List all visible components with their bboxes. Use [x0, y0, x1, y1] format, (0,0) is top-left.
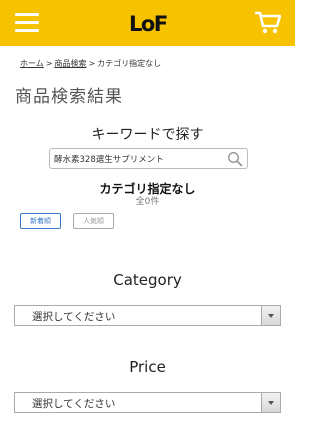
category-select[interactable]: 選択してください [14, 305, 281, 326]
category-heading: Category [113, 271, 182, 289]
search-icon[interactable] [227, 151, 243, 167]
shopping-cart-icon[interactable] [255, 11, 281, 35]
hamburger-menu-icon[interactable] [15, 12, 39, 32]
result-count: 全0件 [135, 197, 160, 207]
breadcrumb-current: カテゴリ指定なし [97, 59, 162, 68]
svg-text:LoFT: LoFT [129, 12, 167, 36]
keyword-search-input[interactable] [54, 151, 224, 166]
breadcrumb-separator: > [45, 59, 53, 68]
sort-newest-button[interactable]: 新着順 [20, 213, 61, 229]
breadcrumb-search-link[interactable]: 商品検索 [54, 59, 86, 68]
breadcrumb-home-link[interactable]: ホーム [20, 59, 44, 68]
sort-popular-button[interactable]: 人気順 [73, 213, 114, 229]
price-heading: Price [129, 358, 166, 376]
chevron-down-icon[interactable] [261, 393, 280, 412]
page-title: 商品検索結果 [15, 87, 123, 107]
breadcrumb-separator: > [88, 59, 96, 68]
price-select[interactable]: 選択してください [14, 392, 281, 413]
price-select-value: 選択してください [32, 398, 116, 410]
keyword-search-box [49, 148, 248, 169]
category-select-value: 選択してください [32, 311, 116, 323]
loft-logo[interactable]: LoFT [129, 8, 167, 38]
chevron-down-icon[interactable] [261, 306, 280, 325]
breadcrumb: ホーム > 商品検索 > カテゴリ指定なし [20, 58, 161, 69]
site-header: LoFT [0, 0, 295, 46]
keyword-search-heading: キーワードで探す [91, 127, 204, 143]
